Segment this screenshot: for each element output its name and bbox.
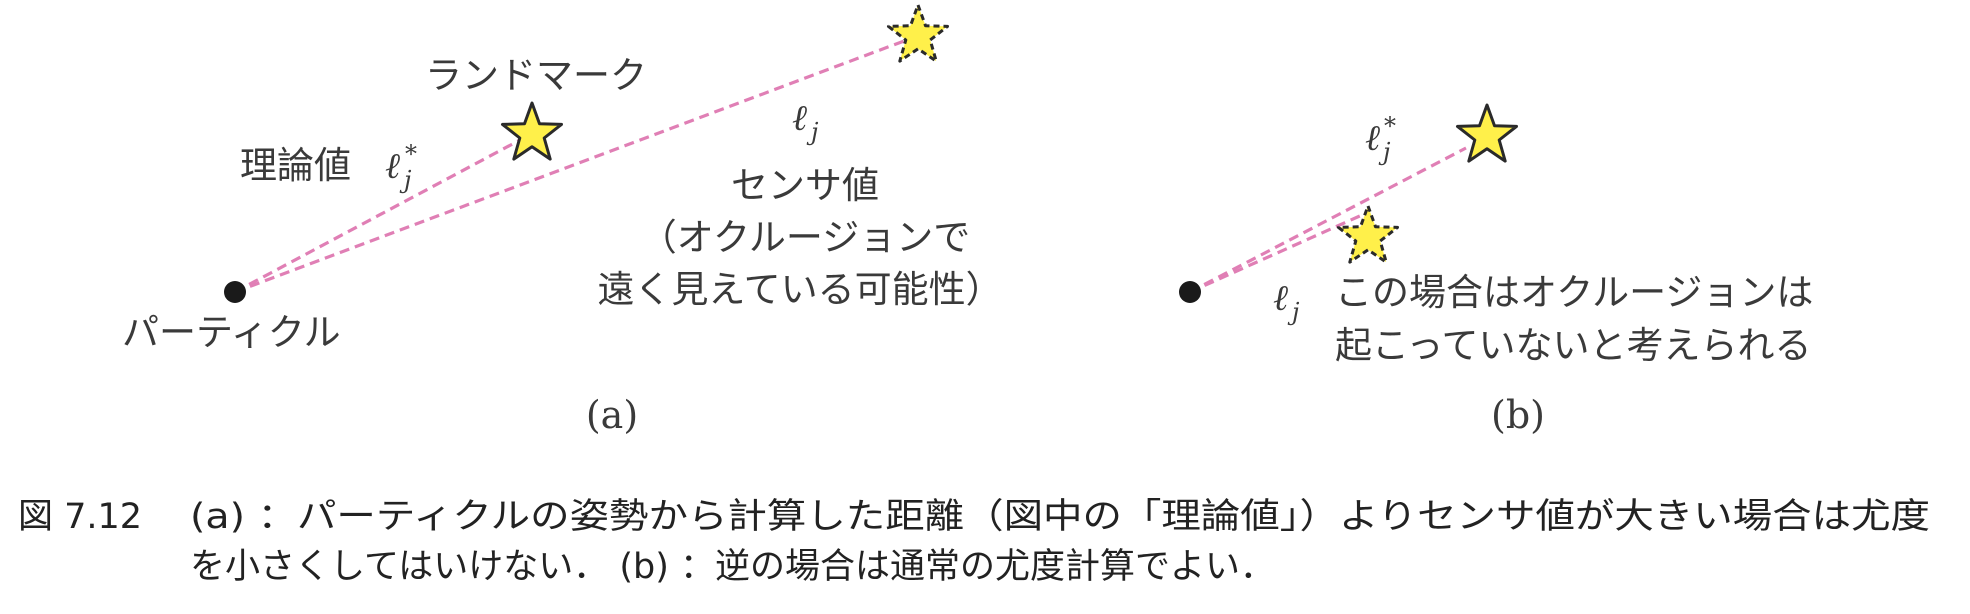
theory-sup-a: * [405, 140, 417, 168]
panel-label-a: (a) [586, 393, 638, 437]
caption-line-1: (a) ：パーティクルの姿勢から計算した距離（図中の「理論値」）よりセンサ値が大… [190, 497, 1930, 537]
figure: ランドマーク 理論値 ℓ * j ℓ j センサ値 （オクルージョンで 遠く見え… [18, 3, 1930, 587]
panel-label-b: (b) [1491, 393, 1545, 437]
sensor-symbol-a: ℓ [792, 98, 807, 139]
figure-caption: 図 7.12 (a) ：パーティクルの姿勢から計算した距離（図中の「理論値」）よ… [18, 497, 1930, 587]
sensor-sub-b: j [1287, 298, 1300, 326]
theory-sub-a: j [399, 166, 412, 194]
theory-sup-b: * [1384, 112, 1396, 140]
landmark-star-b-icon [1456, 103, 1518, 163]
theory-symbol-a: ℓ [385, 146, 400, 187]
sensor-star-b-icon [1337, 204, 1399, 264]
particle-dot-b [1179, 281, 1201, 303]
sensor-caption-line-1: センサ値 [731, 164, 879, 207]
panel-b: ℓ * j ℓ j この場合はオクルージョンは 起こっていないと考えられる (b… [1179, 103, 1813, 437]
landmark-label: ランドマーク [425, 54, 647, 97]
caption-number: 図 7.12 [18, 497, 142, 537]
theory-symbol-b: ℓ [1365, 118, 1380, 159]
sensor-caption-line-3: 遠く見えている可能性） [597, 268, 1002, 311]
particle-dot-a [224, 281, 246, 303]
sensor-symbol-b: ℓ [1273, 278, 1288, 319]
theory-label-a: 理論値 [240, 144, 351, 187]
particle-label: パーティクル [122, 311, 341, 354]
landmark-star-icon [501, 101, 563, 161]
sensor-caption-line-2: （オクルージョンで [640, 216, 970, 259]
caption-line-2: を小さくしてはいけない． (b) ：逆の場合は通常の尤度計算でよい． [190, 547, 1275, 587]
sensor-sub-a: j [806, 118, 819, 146]
note-line-1: この場合はオクルージョンは [1335, 271, 1813, 314]
sensor-star-icon [887, 3, 949, 63]
note-line-2: 起こっていないと考えられる [1335, 324, 1812, 367]
panel-a: ランドマーク 理論値 ℓ * j ℓ j センサ値 （オクルージョンで 遠く見え… [122, 3, 1003, 437]
